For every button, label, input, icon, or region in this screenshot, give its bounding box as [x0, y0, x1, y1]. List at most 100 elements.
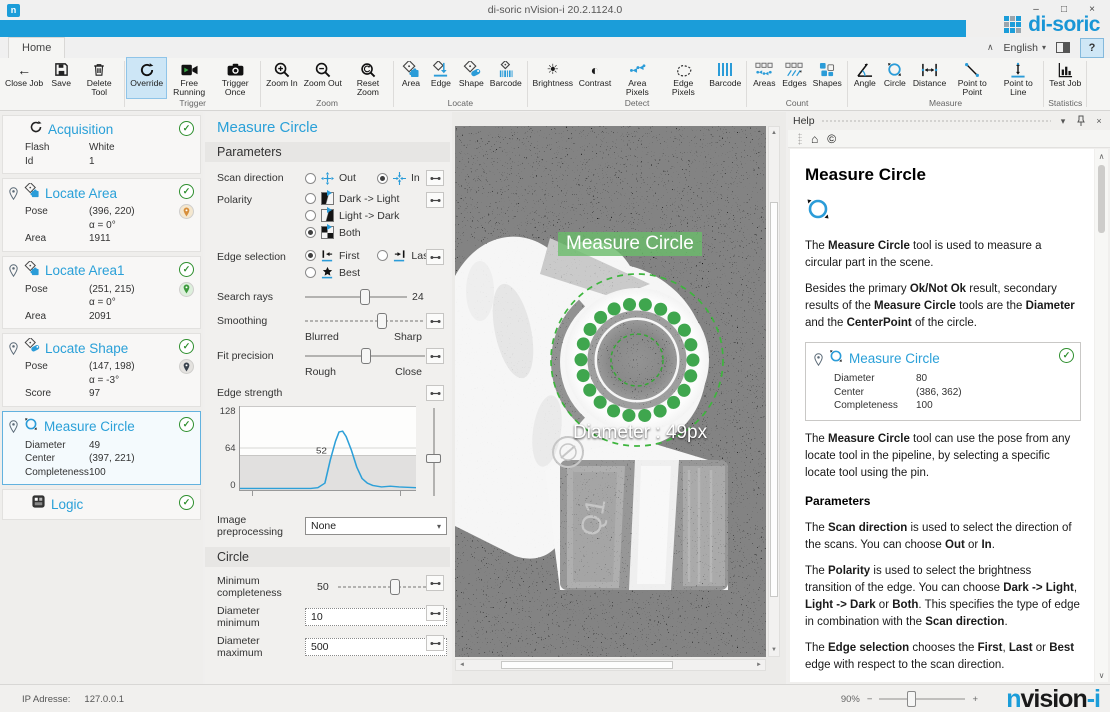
pin-link-button[interactable]: [426, 605, 444, 621]
ribbon-button-locate-barcode[interactable]: Barcode: [487, 58, 525, 98]
scan-direction-out-option[interactable]: Out: [305, 172, 356, 185]
tool-card-logic[interactable]: Logic ✓: [2, 489, 201, 520]
tool-card-acquisition[interactable]: Acquisition ✓ FlashWhite Id1: [2, 115, 201, 174]
fit-precision-slider[interactable]: [305, 348, 425, 364]
image-preprocessing-select[interactable]: None ▾: [305, 517, 447, 535]
status-ok-icon: ✓: [179, 184, 194, 199]
help-paragraph: The Measure Circle tool is used to measu…: [805, 238, 1081, 272]
help-button[interactable]: ?: [1080, 38, 1104, 58]
panel-layout-icon[interactable]: [1056, 42, 1070, 53]
scroll-left-icon[interactable]: ◄: [456, 660, 468, 670]
scroll-down-icon[interactable]: ▼: [769, 644, 779, 656]
overlay-tool-label: Measure Circle: [558, 232, 702, 256]
ribbon-button-angle[interactable]: Angle: [850, 58, 880, 98]
tool-card-measure-circle[interactable]: Measure Circle ✓ Diameter49 Center(397, …: [2, 411, 201, 486]
minimum-completeness-slider[interactable]: [338, 579, 430, 595]
ribbon-button-brightness[interactable]: ☀ Brightness: [530, 58, 576, 98]
edge-last-option[interactable]: Last: [377, 249, 431, 262]
help-scrollbar[interactable]: ∧ ∨: [1095, 149, 1108, 682]
ribbon-button-count-areas[interactable]: Areas: [749, 58, 779, 98]
pin-link-button[interactable]: [426, 348, 444, 364]
scrollbar-thumb[interactable]: [501, 661, 673, 669]
ribbon-button-distance[interactable]: Distance: [910, 58, 949, 98]
ribbon-button-save[interactable]: Save: [46, 58, 76, 98]
zoom-slider-thumb[interactable]: [907, 691, 916, 707]
status-ok-icon: ✓: [179, 339, 194, 354]
ribbon-button-point-to-line[interactable]: Point to Line: [995, 58, 1041, 98]
camera-image[interactable]: Q1 Measure Circle Diameter : 49px: [455, 126, 766, 657]
close-help-icon[interactable]: ×: [1093, 116, 1105, 126]
fit-precision-scale-labels: RoughClose: [205, 366, 450, 378]
tool-card-locate-shape[interactable]: Locate Shape ✓ Pose(147, 198) α = -3° Sc…: [2, 333, 201, 407]
ribbon-button-locate-edge[interactable]: Edge: [426, 58, 456, 98]
pin-link-button[interactable]: [426, 249, 444, 265]
pin-link-button[interactable]: [426, 385, 444, 401]
zoom-in-button[interactable]: +: [972, 694, 978, 705]
help-paragraph: The Scan direction is used to select the…: [805, 520, 1081, 554]
edge-strength-plot[interactable]: 52: [239, 406, 417, 491]
ribbon-button-point-to-point[interactable]: Point to Point: [949, 58, 995, 98]
polarity-dark-light-option[interactable]: Dark -> Light: [305, 192, 399, 205]
ribbon-button-test-job[interactable]: Test Job: [1046, 58, 1084, 98]
minimum-completeness-value: 50: [317, 581, 329, 593]
help-panel: Help ▾ × ⌂ © Measure Circle The Measure …: [788, 112, 1110, 684]
ribbon-button-zoom-out[interactable]: Zoom Out: [301, 58, 345, 98]
scroll-up-icon[interactable]: ▲: [769, 127, 779, 139]
zoom-slider[interactable]: [879, 691, 965, 707]
radio-in[interactable]: [377, 173, 388, 184]
ribbon-button-reset-zoom[interactable]: Reset Zoom: [345, 58, 391, 98]
help-paragraph: The Polarity is used to select the brigh…: [805, 563, 1081, 631]
ribbon-button-close-job[interactable]: ← Close Job: [2, 58, 46, 98]
edge-best-option[interactable]: Best: [305, 266, 431, 279]
ribbon-button-override[interactable]: Override: [127, 58, 166, 98]
ribbon-button-count-shapes[interactable]: Shapes: [810, 58, 845, 98]
ribbon-button-detect-barcode[interactable]: Barcode: [706, 58, 744, 98]
ribbon-button-edge-pixels[interactable]: Edge Pixels: [660, 58, 706, 98]
pin-link-button[interactable]: [426, 635, 444, 651]
radio-out[interactable]: [305, 173, 316, 184]
home-icon[interactable]: ⌂: [811, 132, 818, 146]
ribbon-button-area-pixels[interactable]: Area Pixels: [614, 58, 660, 98]
ribbon-button-locate-area[interactable]: Area: [396, 58, 426, 98]
collapse-ribbon-icon[interactable]: ∧: [987, 42, 994, 53]
scroll-down-chevron[interactable]: ∨: [1099, 668, 1105, 682]
ribbon-button-contrast[interactable]: ◐ Contrast: [576, 58, 614, 98]
polarity-both-option[interactable]: Both: [305, 226, 399, 239]
scrollbar-thumb[interactable]: [1098, 165, 1105, 233]
ribbon-button-locate-shape[interactable]: Shape: [456, 58, 487, 98]
ribbon-button-zoom-in[interactable]: Zoom In: [263, 58, 301, 98]
polarity-light-dark-option[interactable]: Light -> Dark: [305, 209, 399, 222]
tab-home[interactable]: Home: [8, 37, 65, 58]
ribbon-button-trigger-once[interactable]: Trigger Once: [212, 58, 258, 98]
ribbon-button-delete-tool[interactable]: Delete Tool: [76, 58, 122, 98]
zoom-out-button[interactable]: −: [867, 694, 873, 705]
ribbon-button-free-running[interactable]: Free Running: [166, 58, 212, 98]
tool-card-locate-area[interactable]: Locate Area ✓ Pose(396, 220) α = 0° Area…: [2, 178, 201, 252]
image-horizontal-scrollbar[interactable]: ◄ ►: [455, 659, 766, 671]
scroll-up-chevron[interactable]: ∧: [1099, 149, 1105, 163]
window-position-icon[interactable]: ▾: [1057, 116, 1069, 127]
status-ok-icon: ✓: [179, 417, 194, 432]
scan-direction-in-option[interactable]: In: [377, 172, 420, 185]
image-vertical-scrollbar[interactable]: ▲ ▼: [768, 126, 780, 657]
pin-link-button[interactable]: [426, 192, 444, 208]
pin-link-button[interactable]: [426, 575, 444, 591]
scroll-right-icon[interactable]: ►: [753, 660, 765, 670]
pin-link-button[interactable]: [426, 170, 444, 186]
tool-card-locate-area1[interactable]: Locate Area1 ✓ Pose(251, 215) α = 0° Are…: [2, 256, 201, 330]
status-bar: IP Adresse:127.0.0.1 90% − + nvision-i: [0, 684, 1110, 712]
scrollbar-thumb[interactable]: [770, 202, 778, 597]
pin-link-button[interactable]: [426, 313, 444, 329]
language-dropdown[interactable]: English▾: [1004, 42, 1046, 54]
search-rays-slider[interactable]: [305, 289, 407, 305]
copyright-icon[interactable]: ©: [827, 132, 836, 146]
edge-strength-threshold-slider[interactable]: [424, 406, 444, 498]
toolbar-grip: [798, 133, 802, 145]
row-edge-selection: Edge selection First Last Best: [205, 246, 450, 282]
ribbon-group-measure: Angle Circle Distance Point to Point Poi…: [848, 58, 1043, 110]
smoothing-slider[interactable]: [305, 313, 425, 329]
pushpin-icon[interactable]: [1075, 115, 1087, 128]
ribbon-button-circle[interactable]: Circle: [880, 58, 910, 98]
ribbon-button-count-edges[interactable]: Edges: [779, 58, 809, 98]
edge-first-option[interactable]: First: [305, 249, 359, 262]
